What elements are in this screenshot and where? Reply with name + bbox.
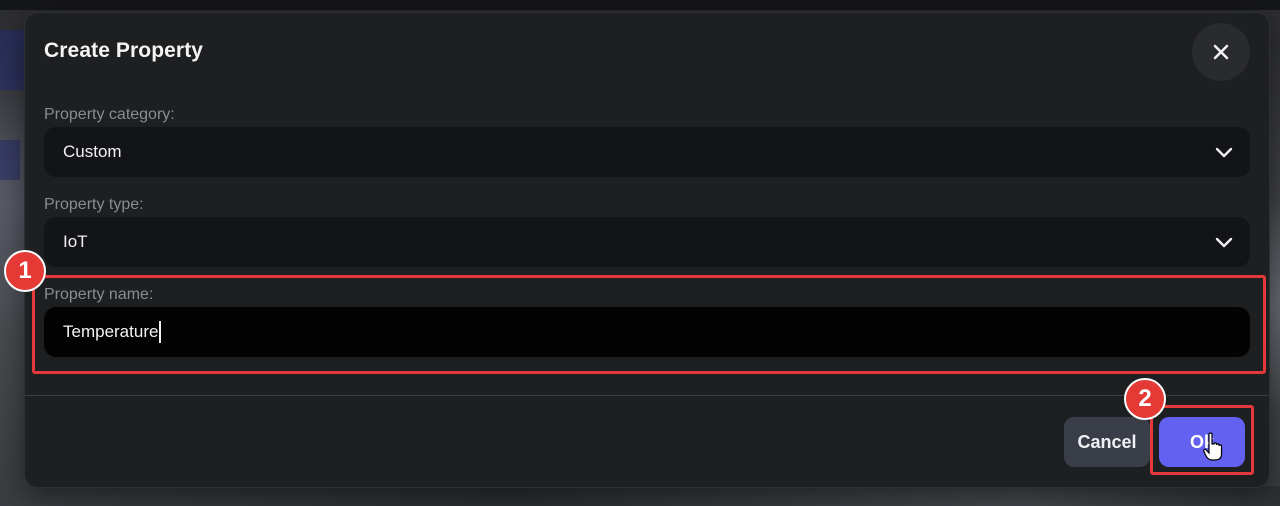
highlight-ok-button (1150, 405, 1254, 475)
category-label: Property category: (44, 106, 175, 123)
background-floor (0, 486, 1280, 506)
category-select[interactable]: Custom (44, 127, 1250, 177)
create-property-dialog: Create Property Property category: Custo… (24, 12, 1270, 488)
chevron-down-icon (1215, 237, 1233, 248)
highlight-name-field (32, 275, 1266, 374)
type-label: Property type: (44, 196, 144, 213)
footer-divider (25, 395, 1269, 396)
dialog-title: Create Property (44, 39, 204, 62)
type-value: IoT (63, 232, 88, 251)
chevron-down-icon (1215, 147, 1233, 158)
type-select[interactable]: IoT (44, 217, 1250, 267)
close-button[interactable] (1192, 23, 1250, 81)
background-panel (0, 30, 24, 90)
background-panel (0, 140, 20, 180)
step-badge-1: 1 (4, 250, 46, 292)
close-icon (1213, 44, 1229, 60)
category-value: Custom (63, 142, 122, 161)
cancel-button[interactable]: Cancel (1064, 417, 1150, 467)
step-badge-2: 2 (1124, 378, 1166, 420)
